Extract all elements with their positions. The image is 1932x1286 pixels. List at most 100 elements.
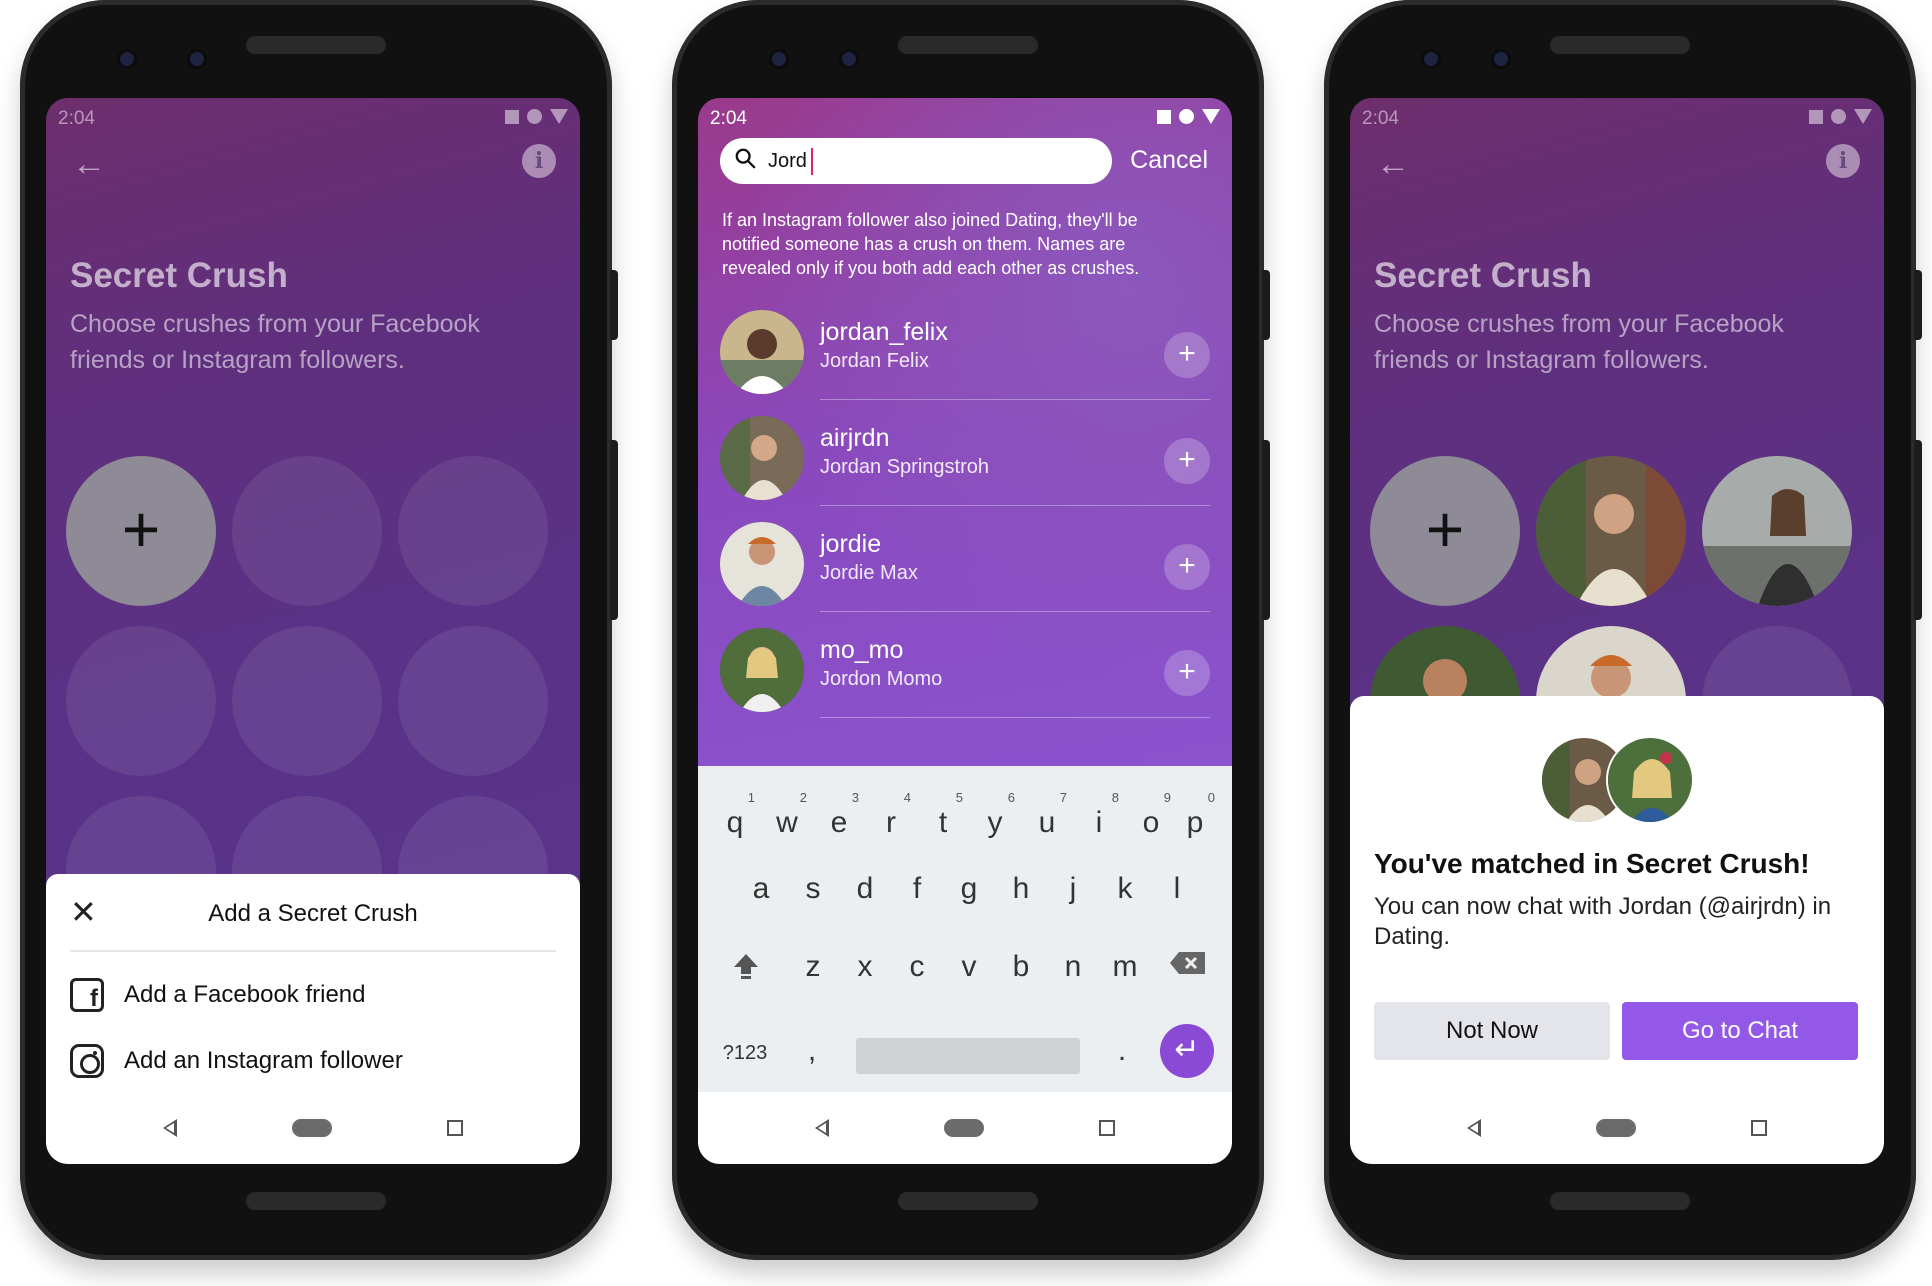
power-button (1914, 270, 1922, 340)
add-facebook-friend-option[interactable]: f Add a Facebook friend (70, 962, 556, 1028)
add-crush-plus-button[interactable]: + (1164, 438, 1210, 484)
key[interactable]: b (1001, 950, 1041, 984)
front-sensor (842, 52, 856, 66)
key[interactable]: g (949, 872, 989, 906)
key[interactable]: 0p (1175, 790, 1215, 840)
add-crush-button[interactable]: + (1370, 456, 1520, 606)
key[interactable]: 3e (819, 790, 859, 840)
bottom-speaker (246, 1192, 386, 1210)
key[interactable]: 5t (923, 790, 963, 840)
key[interactable]: n (1053, 950, 1093, 984)
nav-home-icon[interactable] (291, 1119, 332, 1137)
space-key[interactable] (856, 1038, 1080, 1074)
nav-back-icon[interactable] (815, 1119, 830, 1137)
key[interactable]: a (741, 872, 781, 906)
key[interactable]: x (845, 950, 885, 984)
nav-recents-icon[interactable] (1750, 1120, 1767, 1136)
nav-back-icon[interactable] (1467, 1119, 1482, 1137)
info-icon[interactable]: i (522, 144, 556, 178)
backspace-key-icon[interactable] (1168, 950, 1208, 984)
key[interactable]: z (793, 950, 833, 984)
nav-back-icon[interactable] (163, 1119, 178, 1137)
notification-icon (505, 109, 519, 124)
key[interactable]: l (1157, 872, 1197, 906)
phone-frame-2: 2:04 Cancel If an Instagram follower als… (672, 0, 1270, 1260)
phone-frame-3: 2:04 ← i Secret Crush Choose crushes fro… (1324, 0, 1922, 1260)
search-result-row[interactable]: mo_mo Jordon Momo + (720, 612, 1210, 718)
screen-match: 2:04 ← i Secret Crush Choose crushes fro… (1350, 98, 1884, 1164)
android-nav-bar (698, 1092, 1232, 1164)
add-crush-plus-button[interactable]: + (1164, 650, 1210, 696)
not-now-button[interactable]: Not Now (1374, 1002, 1610, 1060)
nav-recents-icon[interactable] (1098, 1120, 1115, 1136)
key[interactable]: 6y (975, 790, 1016, 840)
key[interactable]: m (1105, 950, 1145, 984)
search-result-row[interactable]: jordan_felix Jordan Felix + (720, 294, 1210, 400)
power-button (610, 270, 618, 340)
key[interactable]: d (845, 872, 885, 906)
page-title: Secret Crush (1374, 256, 1592, 295)
key[interactable]: v (949, 950, 989, 984)
search-result-row[interactable]: jordie Jordie Max + (720, 506, 1210, 612)
comma-key[interactable]: , (792, 1034, 832, 1068)
shift-key-icon[interactable] (726, 950, 766, 988)
nav-recents-icon[interactable] (446, 1120, 463, 1136)
nav-bar-container (698, 1092, 1232, 1164)
avatar (720, 310, 804, 394)
enter-key-icon[interactable]: ↵ (1160, 1024, 1214, 1078)
divider (820, 717, 1210, 718)
key[interactable]: c (897, 950, 937, 984)
key[interactable]: j (1053, 872, 1093, 906)
plus-icon: + (1425, 492, 1465, 566)
wifi-icon (1179, 109, 1194, 124)
back-arrow-icon[interactable]: ← (1376, 144, 1416, 184)
avatar (720, 416, 804, 500)
add-crush-sheet: ✕ Add a Secret Crush f Add a Facebook fr… (46, 874, 580, 1164)
period-key[interactable]: . (1102, 1034, 1142, 1068)
search-result-row[interactable]: airjrdn Jordan Springstroh + (720, 400, 1210, 506)
result-username: jordan_felix (820, 318, 948, 346)
crush-photo[interactable] (1702, 456, 1852, 606)
key[interactable]: 2w (767, 790, 807, 840)
crush-slot (398, 626, 548, 776)
plus-icon: + (121, 492, 161, 566)
key[interactable]: 7u (1027, 790, 1067, 840)
cancel-button[interactable]: Cancel (1130, 146, 1208, 175)
front-camera (772, 52, 786, 66)
key[interactable]: 1q (715, 790, 755, 840)
key[interactable]: h (1001, 872, 1041, 906)
key[interactable]: k (1105, 872, 1145, 906)
status-bar: 2:04 (46, 98, 580, 140)
avatar (1606, 736, 1694, 824)
key[interactable]: s (793, 872, 833, 906)
search-icon (735, 148, 756, 169)
add-instagram-follower-option[interactable]: Add an Instagram follower (70, 1028, 556, 1094)
screen-search: 2:04 Cancel If an Instagram follower als… (698, 98, 1232, 1164)
signal-icon (1854, 109, 1872, 124)
add-crush-button[interactable]: + (66, 456, 216, 606)
instagram-icon (70, 1044, 104, 1078)
symbols-key[interactable]: ?123 (720, 1042, 770, 1065)
wifi-icon (527, 109, 542, 124)
key[interactable]: 8i (1079, 790, 1119, 840)
result-name: Jordan Springstroh (820, 456, 989, 478)
go-to-chat-button[interactable]: Go to Chat (1622, 1002, 1858, 1060)
key[interactable]: f (897, 872, 937, 906)
page-subtitle: Choose crushes from your Facebook friend… (1374, 310, 1784, 374)
notification-icon (1157, 109, 1171, 124)
nav-home-icon[interactable] (1595, 1119, 1636, 1137)
crush-slot (232, 456, 382, 606)
add-crush-plus-button[interactable]: + (1164, 544, 1210, 590)
back-arrow-icon[interactable]: ← (72, 144, 112, 184)
info-icon[interactable]: i (1826, 144, 1860, 178)
status-time: 2:04 (710, 108, 747, 129)
add-crush-plus-button[interactable]: + (1164, 332, 1210, 378)
option-label: Add an Instagram follower (124, 1047, 403, 1074)
nav-home-icon[interactable] (943, 1119, 984, 1137)
search-bar[interactable] (720, 138, 1112, 184)
status-bar: 2:04 (698, 98, 1232, 140)
crush-photo[interactable] (1536, 456, 1686, 606)
key[interactable]: 4r (871, 790, 911, 840)
search-input[interactable] (768, 147, 1068, 175)
key[interactable]: 9o (1131, 790, 1171, 840)
